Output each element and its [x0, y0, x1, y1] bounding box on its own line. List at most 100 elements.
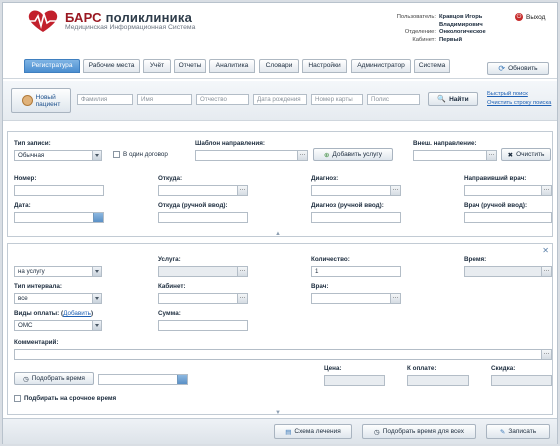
discount-input [491, 375, 552, 386]
chevron-down-icon[interactable] [92, 294, 101, 303]
tab-analytics[interactable]: Аналитика [209, 59, 255, 73]
one-contract-checkbox[interactable] [113, 151, 120, 158]
treatment-scheme-button[interactable]: ▤ Схема лечения [274, 424, 352, 439]
pick-time-button[interactable]: ◷ Подобрать время [14, 372, 94, 385]
refresh-button[interactable]: ⟳ Обновить [487, 62, 549, 75]
comment-input[interactable]: … [14, 349, 552, 360]
tab-reports[interactable]: Отчеты [174, 59, 206, 73]
doctor-input[interactable]: … [311, 293, 401, 304]
birth-date-input[interactable]: Дата рождения [253, 94, 307, 105]
cabinet-label: Кабинет: [158, 283, 186, 290]
ellipsis-icon[interactable]: … [297, 151, 307, 160]
clear-button[interactable]: ✖ Очистить [501, 148, 551, 161]
scheme-icon: ▤ [285, 428, 292, 436]
clear-label: Очистить [516, 151, 545, 158]
chevron-down-icon[interactable] [92, 321, 101, 330]
service-input[interactable]: … [158, 266, 248, 277]
payment-types-label: Виды оплаты: (Добавить) [14, 310, 94, 317]
from-input[interactable]: … [158, 185, 248, 196]
ellipsis-icon[interactable]: … [541, 267, 551, 276]
exit-button[interactable]: ⏻ Выход [515, 13, 545, 21]
to-pay-input [407, 375, 469, 386]
date-input[interactable] [14, 212, 104, 223]
ellipsis-icon[interactable]: … [237, 294, 247, 303]
tab-accounting[interactable]: Учёт [143, 59, 171, 73]
main-window: БАРС поликлиника Медицинская Информацион… [2, 2, 558, 444]
last-name-input[interactable]: Фамилия [77, 94, 133, 105]
calendar-icon[interactable] [177, 375, 187, 384]
brand-subtitle: Медицинская Информационная Система [65, 24, 196, 31]
add-service-button[interactable]: ⊕ Добавить услугу [313, 148, 393, 161]
ellipsis-icon[interactable]: … [390, 294, 400, 303]
tab-settings[interactable]: Настройки [302, 59, 347, 73]
number-label: Номер: [14, 175, 37, 182]
one-contract-label: В один договор [123, 151, 168, 158]
date-label: Дата: [14, 202, 31, 209]
sum-input[interactable] [158, 320, 248, 331]
ellipsis-icon[interactable]: … [390, 186, 400, 195]
referring-doctor-input[interactable]: … [464, 185, 552, 196]
interval-type-label: Тип интервала: [14, 283, 63, 290]
patient-search-bar: Новый пациент Фамилия Имя Отчество Дата р… [3, 81, 557, 121]
quantity-input[interactable]: 1 [311, 266, 401, 277]
record-label: Записать [508, 428, 537, 435]
chevron-down-icon[interactable] [92, 151, 101, 160]
urgent-time-label: Подбирать на срочное время [24, 395, 117, 402]
cabinet-input[interactable]: … [158, 293, 248, 304]
doctor-manual-label: Врач (ручной ввод): [464, 202, 528, 209]
clear-search-link[interactable]: Очистить строку поиска [487, 100, 551, 106]
tab-registratura[interactable]: Регистратура [24, 59, 80, 73]
pick-time-all-button[interactable]: ◷ Подобрать время для всех [362, 424, 476, 439]
ellipsis-icon[interactable]: … [237, 267, 247, 276]
calendar-icon[interactable] [93, 213, 103, 222]
diagnosis-manual-label: Диагноз (ручной ввод): [311, 202, 384, 209]
policy-input[interactable]: Полис [367, 94, 420, 105]
external-referral-input[interactable]: … [413, 150, 497, 161]
find-button[interactable]: 🔍 Найти [428, 92, 478, 106]
pick-time-label: Подобрать время [31, 375, 85, 382]
user-key: Пользователь: [396, 14, 436, 20]
collapse-up-icon[interactable]: ▲ [263, 231, 293, 237]
urgent-time-checkbox[interactable] [14, 395, 21, 402]
price-input [324, 375, 385, 386]
collapse-down-icon[interactable]: ▼ [263, 410, 293, 416]
tab-workplaces[interactable]: Рабочие места [83, 59, 140, 73]
payment-type-select[interactable]: ОМС [14, 320, 102, 331]
tab-system[interactable]: Система [414, 59, 450, 73]
record-type-value: Обычная [18, 152, 45, 159]
number-input[interactable] [14, 185, 104, 196]
payment-add-link[interactable]: Добавить [63, 310, 91, 317]
new-patient-button[interactable]: Новый пациент [11, 88, 71, 113]
close-icon[interactable]: ✕ [542, 246, 549, 255]
diagnosis-input[interactable]: … [311, 185, 401, 196]
ellipsis-icon[interactable]: … [541, 186, 551, 195]
doctor-manual-input[interactable] [464, 212, 552, 223]
interval-type-select[interactable]: все [14, 293, 102, 304]
add-icon: ⊕ [323, 151, 330, 159]
record-button[interactable]: ✎ Записать [486, 424, 550, 439]
record-type-select[interactable]: Обычная [14, 150, 102, 161]
from-manual-label: Откуда (ручной ввод): [158, 202, 228, 209]
time-input[interactable]: … [464, 266, 552, 277]
template-input[interactable]: … [195, 150, 308, 161]
heart-pulse-logo-icon [26, 10, 60, 32]
ellipsis-icon[interactable]: … [237, 186, 247, 195]
from-manual-input[interactable] [158, 212, 248, 223]
find-label: Найти [449, 95, 469, 103]
card-number-input[interactable]: Номер карты [311, 94, 363, 105]
chevron-down-icon[interactable] [92, 267, 101, 276]
brand-title: БАРС поликлиника [65, 10, 192, 25]
pick-time-all-label: Подобрать время для всех [382, 428, 464, 435]
tab-admin[interactable]: Администратор [351, 59, 411, 73]
pick-time-date-input[interactable] [98, 374, 188, 385]
patronymic-input[interactable]: Отчество [196, 94, 249, 105]
ellipsis-icon[interactable]: … [541, 350, 551, 359]
first-name-input[interactable]: Имя [137, 94, 192, 105]
booking-mode-value: на услугу [18, 268, 45, 275]
tab-dictionaries[interactable]: Словари [259, 59, 299, 73]
booking-mode-select[interactable]: на услугу [14, 266, 102, 277]
room-key: Кабинет: [412, 36, 436, 43]
diagnosis-manual-input[interactable] [311, 212, 401, 223]
quick-search-link[interactable]: Быстрый поиск [487, 91, 528, 97]
ellipsis-icon[interactable]: … [486, 151, 496, 160]
